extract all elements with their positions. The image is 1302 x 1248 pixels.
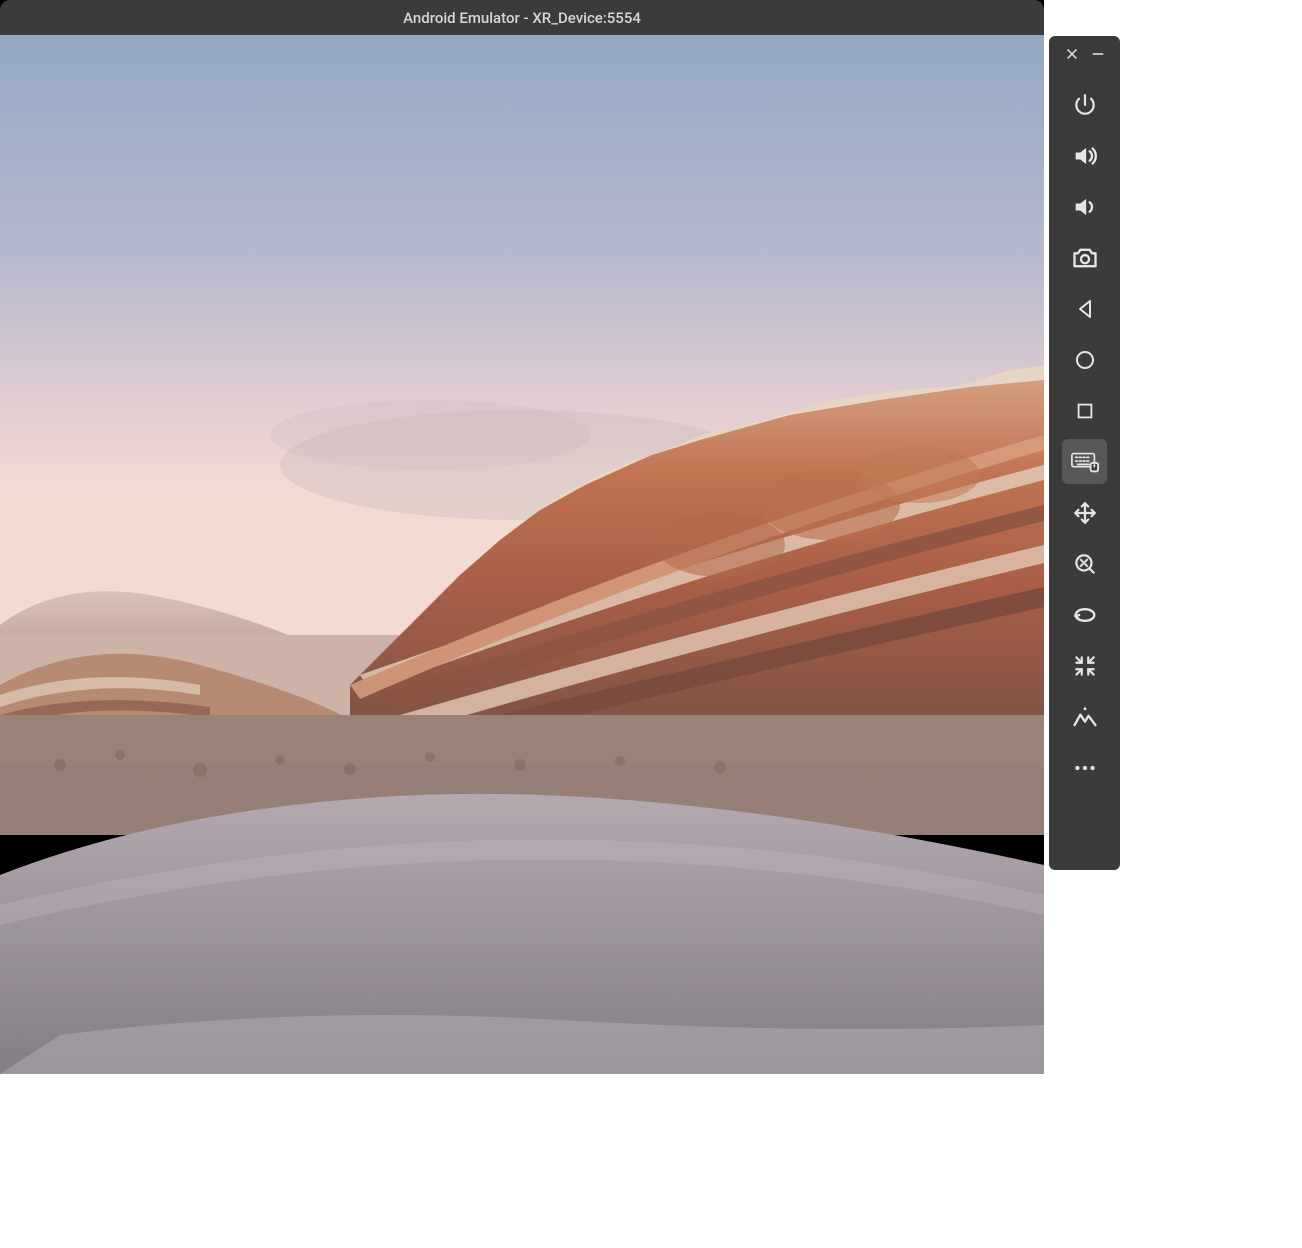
screenshot-button[interactable]: [1062, 235, 1107, 280]
move-icon: [1072, 500, 1098, 526]
window-title: Android Emulator - XR_Device:5554: [403, 9, 641, 27]
zoom-reset-icon: [1072, 551, 1098, 577]
camera-icon: [1071, 244, 1099, 272]
keyboard-mouse-button[interactable]: [1062, 439, 1107, 484]
collapse-button[interactable]: [1062, 643, 1107, 688]
minimize-icon: [1091, 47, 1105, 61]
minimize-button[interactable]: [1086, 42, 1110, 66]
volume-down-button[interactable]: [1062, 184, 1107, 229]
zoom-button[interactable]: [1062, 541, 1107, 586]
window-titlebar: Android Emulator - XR_Device:5554: [0, 0, 1044, 35]
power-icon: [1072, 92, 1098, 118]
volume-up-button[interactable]: [1062, 133, 1107, 178]
virtual-sensors-button[interactable]: [1062, 694, 1107, 739]
square-icon: [1074, 400, 1096, 422]
close-icon: [1065, 47, 1079, 61]
volume-up-icon: [1071, 142, 1099, 170]
volume-down-icon: [1071, 193, 1099, 221]
power-button[interactable]: [1062, 82, 1107, 127]
circle-icon: [1073, 348, 1097, 372]
rotate-icon: [1071, 601, 1099, 629]
more-button[interactable]: [1062, 745, 1107, 790]
back-triangle-icon: [1073, 297, 1097, 321]
scene-image: [0, 35, 1044, 1074]
emulator-toolbar: [1049, 36, 1120, 870]
close-button[interactable]: [1060, 42, 1084, 66]
overview-button[interactable]: [1062, 388, 1107, 433]
emulator-viewport[interactable]: [0, 35, 1044, 1074]
move-button[interactable]: [1062, 490, 1107, 535]
rotate-button[interactable]: [1062, 592, 1107, 637]
emulator-window: Android Emulator - XR_Device:5554: [0, 0, 1044, 1074]
back-button[interactable]: [1062, 286, 1107, 331]
keyboard-icon: [1070, 447, 1100, 477]
collapse-icon: [1072, 653, 1098, 679]
more-icon: [1072, 755, 1098, 781]
peaks-icon: [1071, 703, 1099, 731]
home-button[interactable]: [1062, 337, 1107, 382]
